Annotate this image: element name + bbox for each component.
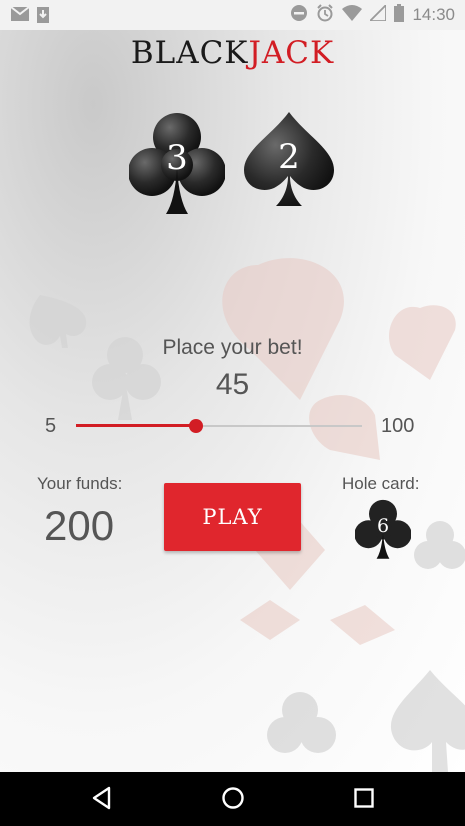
app-title: BLACKJACK xyxy=(0,35,465,71)
back-icon[interactable] xyxy=(91,786,113,815)
bet-value: 45 xyxy=(215,368,250,401)
blackjack-screen: BLACKJACK 3 2 Place your bet! 45 5 100 Y… xyxy=(0,30,465,772)
battery-icon xyxy=(394,4,405,26)
dealer-card-number: 2 xyxy=(278,137,300,177)
bet-max-label: 100 xyxy=(381,415,415,437)
hole-card: 6 xyxy=(354,498,412,560)
bet-slider[interactable] xyxy=(76,414,362,438)
gmail-icon xyxy=(10,6,30,28)
player-card-spade: 2 xyxy=(242,110,336,208)
navigation-bar xyxy=(0,772,465,826)
bet-min-label: 5 xyxy=(45,415,57,437)
slider-thumb[interactable] xyxy=(189,419,204,433)
play-button[interactable]: PLAY xyxy=(164,483,301,551)
player-card-number: 3 xyxy=(166,138,188,178)
recents-icon[interactable] xyxy=(353,786,375,815)
hole-card-number: 6 xyxy=(376,515,390,537)
app-title-jack: JACK xyxy=(248,35,335,71)
home-icon[interactable] xyxy=(221,786,245,815)
hole-card-label: Hole card: xyxy=(342,474,420,493)
do-not-disturb-icon xyxy=(290,4,308,26)
funds-value: 200 xyxy=(44,502,115,549)
alarm-icon xyxy=(316,4,334,26)
status-bar: 14:30 xyxy=(0,0,465,30)
status-time: 14:30 xyxy=(412,5,455,24)
app-title-black: BLACK xyxy=(130,35,249,71)
bet-prompt: Place your bet! xyxy=(162,336,303,359)
signal-icon xyxy=(368,2,388,25)
download-icon xyxy=(36,6,50,28)
slider-fill xyxy=(76,424,197,427)
wifi-icon xyxy=(342,5,363,25)
player-card-club: 3 xyxy=(128,110,226,216)
funds-label: Your funds: xyxy=(37,474,123,493)
